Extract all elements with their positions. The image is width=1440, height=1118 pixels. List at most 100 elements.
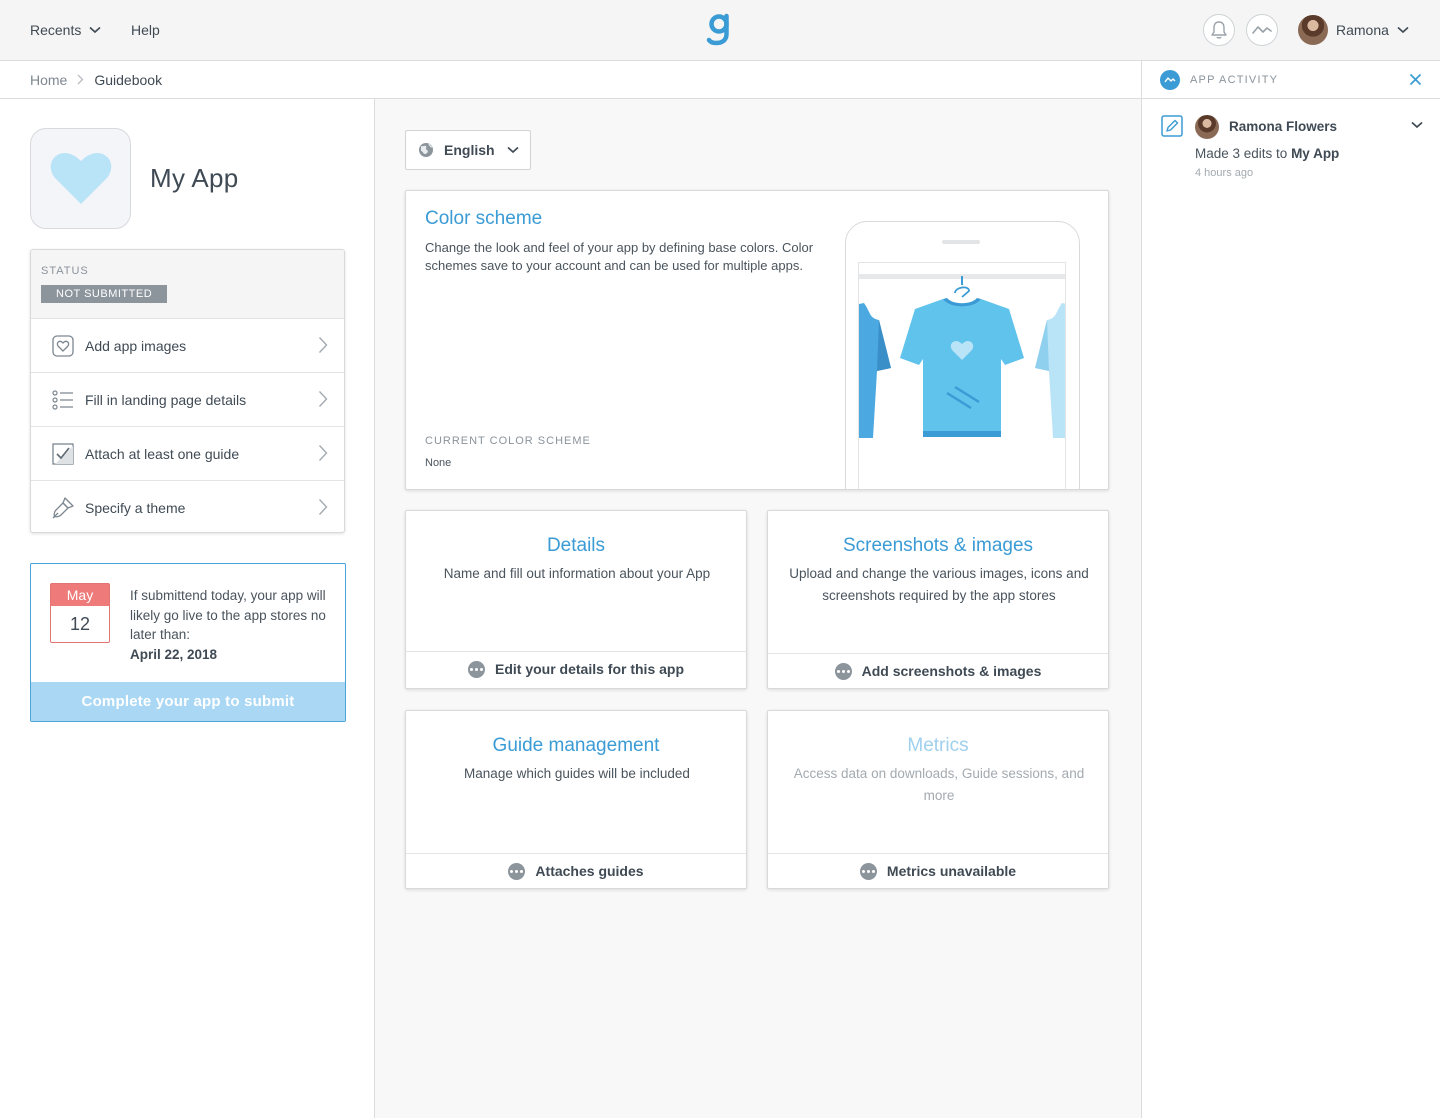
activity-timestamp: 4 hours ago (1195, 167, 1254, 179)
edit-details-button[interactable]: Edit your details for this app (406, 651, 746, 686)
chevron-down-icon[interactable] (1411, 121, 1423, 129)
recents-menu[interactable]: Recents (30, 0, 101, 60)
metrics-unavailable-label: Metrics unavailable (886, 863, 1017, 879)
release-description: If submittend today, your app will likel… (130, 588, 326, 642)
close-icon[interactable] (1409, 73, 1422, 86)
calendar-icon: May 12 (50, 583, 110, 643)
phone-screen (858, 262, 1066, 489)
task-label: Attach at least one guide (85, 445, 240, 462)
task-specify-theme[interactable]: Specify a theme (31, 480, 344, 532)
chevron-right-icon (77, 74, 84, 85)
recents-label: Recents (30, 22, 82, 38)
guide-management-description: Manage which guides will be included (464, 766, 690, 781)
activity-user-name: Ramona Flowers (1229, 119, 1338, 134)
details-title: Details (546, 535, 606, 556)
release-text: If submittend today, your app will likel… (130, 586, 330, 664)
pulse-icon (1252, 26, 1272, 34)
left-sidebar: My App STATUS NOT SUBMITTED Add app imag… (0, 99, 375, 1118)
phone-speaker (942, 240, 980, 244)
current-color-scheme-label: CURRENT COLOR SCHEME (425, 435, 591, 447)
color-scheme-card[interactable]: Color scheme Change the look and feel of… (405, 190, 1109, 490)
calendar-day: 12 (69, 614, 91, 634)
list-icon (51, 388, 75, 412)
chevron-right-icon (318, 499, 328, 515)
activity-description: Made 3 edits to My App (1195, 146, 1339, 161)
avatar (1195, 115, 1219, 139)
app-title: My App (150, 163, 239, 193)
screenshots-title: Screenshots & images (842, 535, 1034, 556)
screenshots-card[interactable]: Screenshots & images Upload and change t… (767, 510, 1109, 689)
breadcrumb: Home Guidebook (0, 61, 1141, 99)
add-screenshots-label: Add screenshots & images (861, 663, 1042, 679)
heart-icon (50, 152, 111, 204)
image-heart-icon (51, 334, 75, 358)
edit-icon (1161, 115, 1183, 137)
chevron-down-icon (1397, 26, 1409, 34)
metrics-title: Metrics (907, 735, 969, 756)
top-bar: Recents Help Ramona (0, 0, 1440, 61)
more-icon (467, 660, 485, 678)
chevron-right-icon (318, 391, 328, 407)
phone-illustration (845, 221, 1080, 489)
tshirt-illustration-icon (859, 274, 1065, 438)
chevron-down-icon (506, 146, 519, 154)
task-label: Specify a theme (85, 499, 186, 516)
screenshots-description: Upload and change the various images, ic… (789, 566, 1089, 603)
more-icon (859, 862, 877, 880)
activity-text-prefix: Made 3 edits to (1195, 146, 1292, 161)
brush-icon (51, 496, 75, 520)
chevron-right-icon (318, 337, 328, 353)
activity-title: APP ACTIVITY (1190, 73, 1279, 86)
checkbox-icon (51, 442, 75, 466)
avatar (1298, 15, 1328, 45)
help-label: Help (131, 22, 160, 38)
status-header: STATUS NOT SUBMITTED (31, 250, 344, 318)
language-select[interactable]: English (405, 130, 531, 170)
app-icon[interactable] (30, 128, 131, 229)
attach-guides-label: Attaches guides (535, 863, 644, 879)
attach-guides-button[interactable]: Attaches guides (406, 853, 746, 888)
status-badge: NOT SUBMITTED (41, 285, 168, 303)
guidebook-logo-icon[interactable] (706, 12, 734, 48)
user-menu[interactable]: Ramona (1298, 15, 1409, 45)
task-landing-page-details[interactable]: Fill in landing page details (31, 372, 344, 426)
release-date: April 22, 2018 (130, 646, 218, 662)
breadcrumb-home[interactable]: Home (30, 72, 67, 88)
globe-icon (419, 143, 433, 157)
chevron-right-icon (318, 445, 328, 461)
metrics-unavailable-button: Metrics unavailable (768, 853, 1108, 888)
guide-management-card[interactable]: Guide management Manage which guides wil… (405, 710, 747, 889)
activity-target[interactable]: My App (1291, 146, 1339, 161)
edit-details-label: Edit your details for this app (494, 661, 685, 677)
task-add-app-images[interactable]: Add app images (31, 318, 344, 372)
main-content: English Color scheme Change the look and… (375, 99, 1141, 1118)
metrics-description: Access data on downloads, Guide sessions… (793, 766, 1085, 803)
more-icon (508, 862, 526, 880)
user-name: Ramona (1336, 22, 1389, 38)
activity-header: APP ACTIVITY (1142, 61, 1440, 99)
task-label: Fill in landing page details (85, 391, 247, 408)
language-label: English (444, 142, 495, 158)
color-scheme-title: Color scheme (425, 208, 543, 229)
bell-icon (1211, 21, 1227, 39)
activity-toggle-button[interactable] (1246, 14, 1278, 46)
more-icon (834, 662, 852, 680)
details-description: Name and fill out information about your… (443, 566, 711, 581)
current-color-scheme-value: None (425, 457, 452, 469)
task-attach-guide[interactable]: Attach at least one guide (31, 426, 344, 480)
details-card[interactable]: Details Name and fill out information ab… (405, 510, 747, 689)
guide-management-title: Guide management (492, 735, 660, 756)
notifications-button[interactable] (1203, 14, 1235, 46)
app-activity-panel: APP ACTIVITY Ramona Flowers Made 3 edits… (1141, 61, 1440, 1118)
chevron-down-icon (89, 26, 101, 34)
help-link[interactable]: Help (131, 0, 160, 60)
breadcrumb-current: Guidebook (94, 71, 163, 88)
add-screenshots-button[interactable]: Add screenshots & images (768, 653, 1108, 688)
task-label: Add app images (85, 337, 187, 354)
status-label: STATUS (41, 265, 89, 277)
status-card: STATUS NOT SUBMITTED Add app images Fill… (30, 249, 345, 533)
activity-pulse-icon (1160, 69, 1180, 90)
release-estimate-card: May 12 If submittend today, your app wil… (30, 563, 346, 722)
submit-button[interactable]: Complete your app to submit (31, 682, 345, 721)
metrics-card: Metrics Access data on downloads, Guide … (767, 710, 1109, 889)
